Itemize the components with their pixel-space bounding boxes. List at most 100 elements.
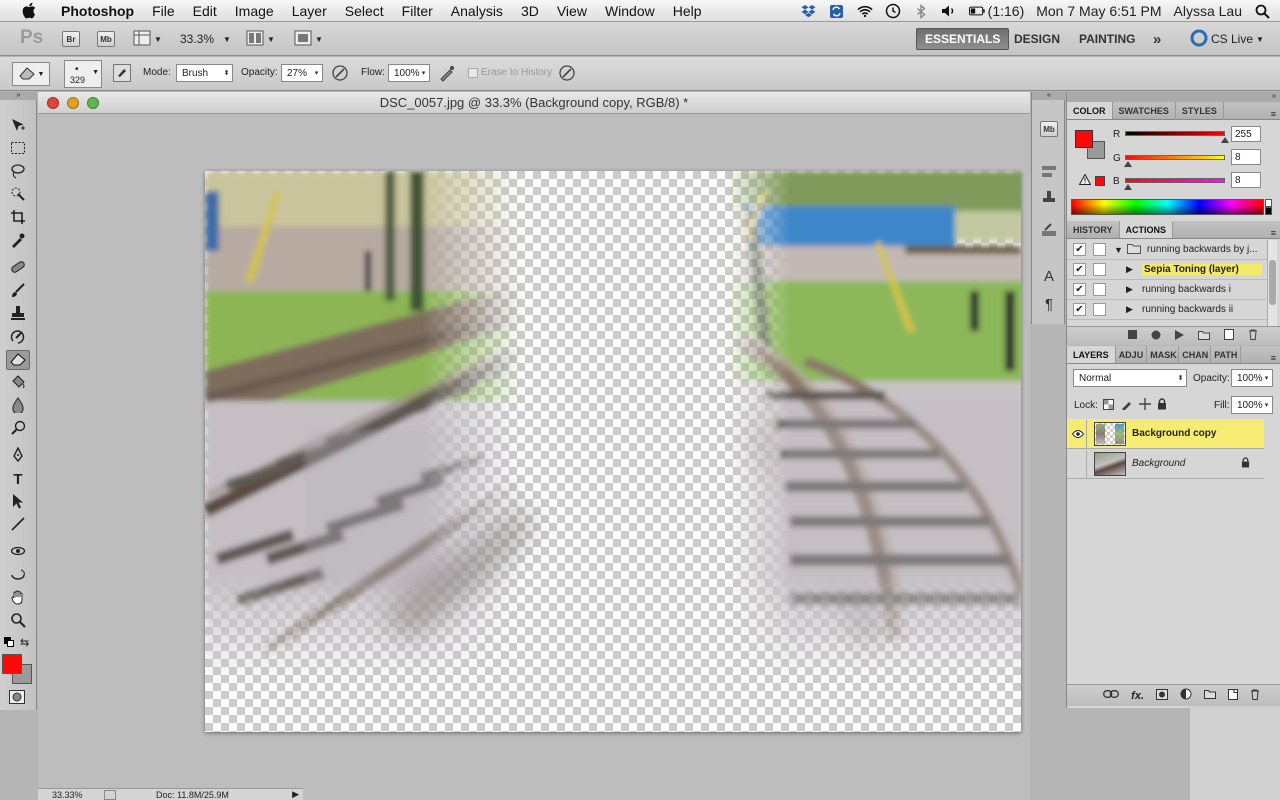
action-row[interactable]: ✔ ▶ running backwards ii [1067,300,1267,320]
lasso-tool[interactable] [6,162,30,182]
action-row[interactable]: ✔ ▶ Sepia Toning (layer) [1067,260,1267,280]
tab-history[interactable]: HISTORY [1067,221,1120,238]
workspace-essentials[interactable]: ESSENTIALS [916,28,1010,50]
dodge-tool[interactable] [6,419,30,439]
airbrush-icon[interactable] [438,64,456,85]
zoom-window-button[interactable] [87,97,99,109]
quick-mask-icon[interactable] [9,690,25,707]
disclosure-closed-icon[interactable]: ▶ [1126,304,1140,315]
trash-icon[interactable] [1248,329,1258,343]
color-spectrum-ramp[interactable] [1071,199,1264,215]
3d-rotate-tool[interactable] [6,542,30,562]
add-mask-icon[interactable] [1156,688,1168,703]
pressure-opacity-icon[interactable] [331,64,349,85]
actions-scrollbar[interactable] [1267,240,1277,326]
erase-to-history-checkbox[interactable] [468,68,478,78]
black-swatch[interactable] [1265,207,1272,215]
layer-style-fx-icon[interactable]: fx. [1131,690,1144,702]
dialog-toggle-box[interactable] [1093,263,1106,276]
new-layer-icon[interactable] [1228,688,1238,703]
sync-icon[interactable] [829,3,845,19]
tab-actions[interactable]: ACTIONS [1119,221,1174,238]
path-selection-tool[interactable] [6,492,30,512]
hand-tool[interactable] [6,588,30,608]
clone-stamp-tool[interactable] [6,304,30,324]
mini-bridge-panel-button[interactable]: Mb [1039,120,1059,138]
r-value[interactable]: 255 [1231,126,1261,142]
tool-presets-button[interactable] [1039,164,1059,182]
menu-analysis[interactable]: Analysis [442,3,512,19]
workspace-design[interactable]: DESIGN [1006,28,1068,50]
mode-select[interactable]: Brush ⬍ [176,64,233,82]
g-slider-thumb[interactable] [1124,161,1132,167]
crop-tool[interactable] [6,208,30,228]
battery-indicator[interactable]: (1:16) [968,3,1024,19]
wifi-icon[interactable] [856,3,873,19]
g-slider[interactable] [1125,155,1225,160]
menu-edit[interactable]: Edit [184,3,226,19]
scrollbar-thumb[interactable] [1269,260,1276,305]
disclosure-open-icon[interactable]: ▼ [1114,245,1123,255]
default-colors-icon[interactable] [4,637,14,650]
action-set-row[interactable]: ✔ ▼ running backwards by j... [1067,240,1267,260]
tab-masks[interactable]: MASK [1147,346,1180,363]
b-value[interactable]: 8 [1231,172,1261,188]
delete-layer-icon[interactable] [1250,689,1260,703]
launch-bridge-button[interactable]: Br [62,28,80,50]
r-slider[interactable] [1125,131,1225,136]
clone-source-button[interactable] [1039,190,1059,208]
b-slider-thumb[interactable] [1124,184,1132,190]
new-set-icon[interactable] [1198,330,1210,343]
lock-transparency-icon[interactable] [1103,399,1114,413]
time-machine-icon[interactable] [885,3,901,19]
panel-menu-icon[interactable]: ≡ [1271,353,1276,363]
history-brush-tool[interactable] [6,327,30,347]
action-toggle-checkbox[interactable]: ✔ [1073,263,1086,276]
layer-row-background[interactable]: Background [1067,449,1264,479]
marquee-tool[interactable] [6,139,30,159]
close-window-button[interactable] [47,97,59,109]
menu-file[interactable]: File [143,3,184,19]
layer-name[interactable]: Background [1132,458,1185,469]
panel-menu-icon[interactable]: ≡ [1271,109,1276,119]
user-name[interactable]: Alyssa Lau [1174,3,1242,19]
new-group-icon[interactable] [1204,689,1216,702]
tool-preset-picker[interactable]: ▼ [12,62,50,86]
layer-visibility-toggle[interactable] [1069,449,1087,478]
adjustment-layer-icon[interactable] [1180,688,1192,703]
bluetooth-icon[interactable] [913,3,929,19]
brush-panel-toggle[interactable] [113,64,131,82]
action-toggle-checkbox[interactable]: ✔ [1073,303,1086,316]
blend-mode-select[interactable]: Normal ⬍ [1073,369,1187,387]
layer-opacity-input[interactable]: 100% ▾ [1231,369,1273,387]
layer-row-background-copy[interactable]: Background copy [1067,419,1264,449]
lock-position-icon[interactable] [1139,398,1151,413]
opacity-input[interactable]: 27% ▾ [281,64,323,82]
g-value[interactable]: 8 [1231,149,1261,165]
character-panel-button[interactable]: A [1039,267,1059,285]
zoom-tool[interactable] [6,611,30,631]
flow-input[interactable]: 100% ▾ [388,64,430,82]
paint-bucket-tool[interactable] [6,373,30,393]
status-preview-icon[interactable] [104,789,116,800]
tab-layers[interactable]: LAYERS [1067,346,1116,363]
quick-selection-tool[interactable] [6,185,30,205]
healing-brush-tool[interactable] [6,258,30,278]
tab-paths[interactable]: PATH [1211,346,1242,363]
tools-collapse-handle[interactable]: » [0,92,37,100]
tab-channels[interactable]: CHAN [1179,346,1212,363]
color-panel-foreground-swatch[interactable] [1075,130,1093,148]
record-icon[interactable] [1151,330,1161,343]
workspace-painting[interactable]: PAINTING [1071,28,1143,50]
gamut-color-swatch[interactable] [1095,176,1105,186]
layer-thumbnail[interactable] [1094,451,1126,476]
3d-orbit-tool[interactable] [6,565,30,585]
panel-menu-icon[interactable]: ≡ [1271,228,1276,238]
tab-adjustments[interactable]: ADJU [1116,346,1148,363]
dropbox-icon[interactable] [801,3,817,19]
brush-preset-picker[interactable]: • 329 ▼ [64,60,102,88]
pressure-size-icon[interactable] [558,64,576,85]
action-toggle-checkbox[interactable]: ✔ [1073,283,1086,296]
view-extras-button[interactable]: ▼ [133,28,162,50]
white-swatch[interactable] [1265,199,1272,207]
